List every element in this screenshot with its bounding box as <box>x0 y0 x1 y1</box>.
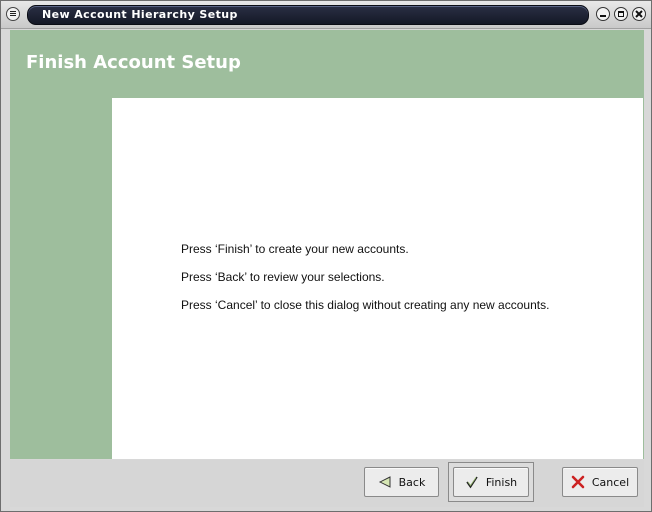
minimize-icon[interactable] <box>596 7 610 21</box>
window-menu-icon[interactable] <box>6 7 20 21</box>
back-button[interactable]: Back <box>364 467 439 497</box>
cancel-button-label: Cancel <box>591 475 630 489</box>
page-title: Finish Account Setup <box>26 52 241 73</box>
back-button-label: Back <box>398 475 426 489</box>
close-icon[interactable] <box>632 7 646 21</box>
content-frame: Finish Account Setup Press ‘Finish’ to c… <box>10 30 644 459</box>
window-title: New Account Hierarchy Setup <box>42 8 238 21</box>
red-x-icon <box>571 475 585 489</box>
title-bar[interactable]: New Account Hierarchy Setup <box>1 1 651 29</box>
checkmark-icon <box>465 475 479 489</box>
dialog-window: New Account Hierarchy Setup Finish Accou… <box>0 0 652 512</box>
finish-instruction: Press ‘Finish’ to create your new accoun… <box>181 242 409 256</box>
finish-button[interactable]: Finish <box>453 467 529 497</box>
back-instruction: Press ‘Back’ to review your selections. <box>181 270 385 284</box>
cancel-instruction: Press ‘Cancel’ to close this dialog with… <box>181 298 550 312</box>
finish-button-label: Finish <box>485 475 518 489</box>
maximize-icon[interactable] <box>614 7 628 21</box>
message-panel: Press ‘Finish’ to create your new accoun… <box>112 98 643 459</box>
title-pill[interactable]: New Account Hierarchy Setup <box>27 5 589 25</box>
back-arrow-icon <box>378 476 392 488</box>
button-bar: Back Finish Cancel <box>10 460 644 507</box>
cancel-button[interactable]: Cancel <box>562 467 638 497</box>
